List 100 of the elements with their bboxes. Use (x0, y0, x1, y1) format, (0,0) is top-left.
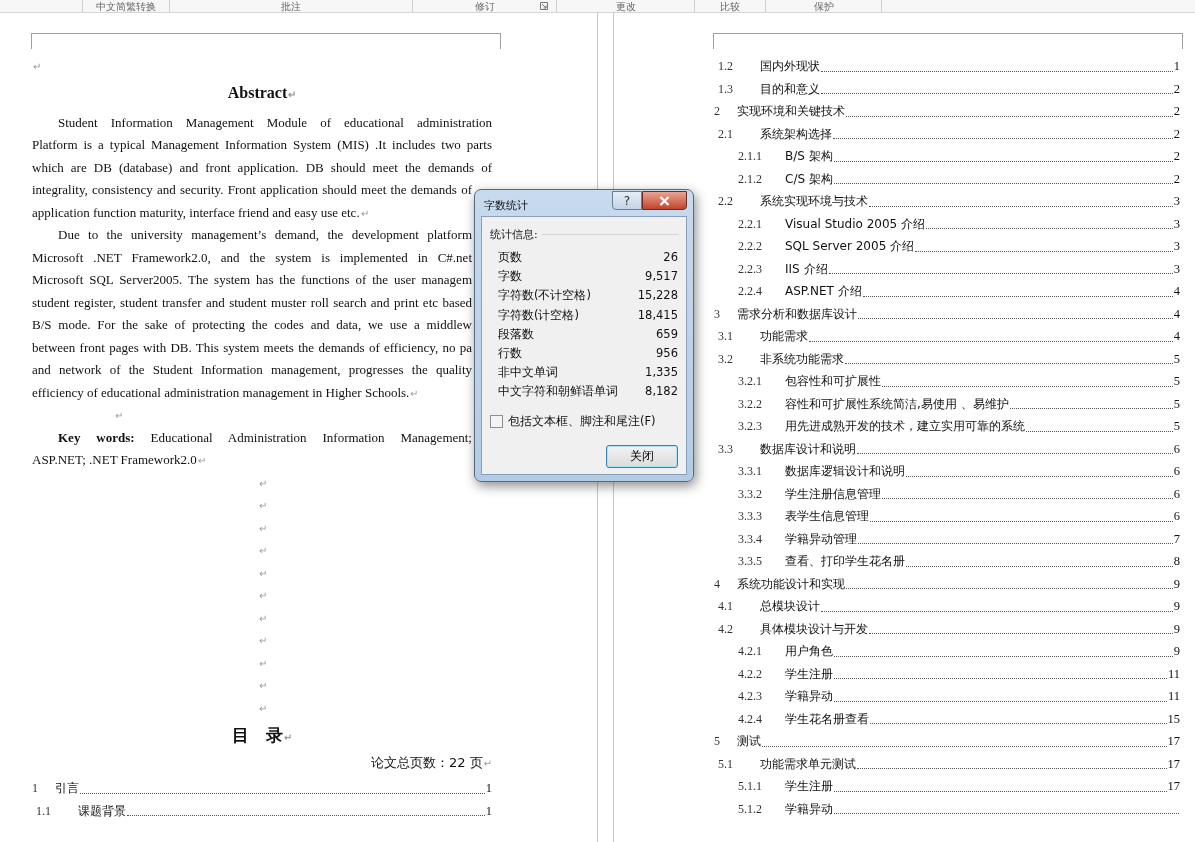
toc-page-number: 6 (1173, 508, 1180, 525)
paragraph-mark: ↵ (258, 522, 267, 534)
stat-value: 8,182 (645, 383, 678, 401)
help-button[interactable]: ? (612, 191, 642, 210)
toc-page-number: 2 (1173, 103, 1180, 120)
toc-page-number: 4 (1173, 283, 1180, 300)
toc-title[interactable]: 实现环境和关键技术 (737, 100, 845, 123)
paragraph-line: application function maturity, interface friend and easy use etc. (32, 204, 360, 220)
checkbox-label[interactable]: 包括文本框、脚注和尾注(F) (508, 413, 656, 429)
paragraph-mark: ↵ (288, 88, 297, 100)
paragraph-line: Due to the university management’s demand, the development platform (58, 226, 472, 244)
checkbox[interactable] (490, 414, 503, 428)
paragraph-mark: ↵ (258, 702, 267, 714)
toc-title[interactable]: 引言 (55, 777, 79, 800)
toc-title[interactable]: 学生花名册查看 (785, 707, 869, 730)
paragraph-mark: ↵ (258, 635, 267, 646)
toc-number: 2.2.3 (738, 260, 763, 278)
toc-title[interactable]: 功能需求 (760, 325, 808, 348)
toc-page-number: 9 (1173, 620, 1180, 638)
toc-title[interactable]: 数据库设计和说明 (760, 437, 856, 460)
ribbon-group-label: 比较 (720, 1, 740, 12)
toc-number: 1 (32, 780, 39, 797)
toc-page-number: 5 (1173, 350, 1180, 368)
toc-title[interactable]: 功能需求单元测试 (760, 752, 856, 775)
toc-number: 3.3.2 (738, 485, 763, 503)
toc-number: 5.1.1 (738, 778, 763, 795)
toc-title[interactable]: 数据库逻辑设计和说明 (785, 460, 905, 483)
toc-title[interactable]: 学籍异动 (785, 685, 833, 708)
stat-label: 中文字符和朝鲜语单词 (498, 383, 618, 401)
toc-title[interactable]: Visual Studio 2005 介绍 (785, 212, 926, 235)
ribbon-group-label: 保护 (813, 1, 834, 12)
toc-number: 3 (714, 305, 721, 323)
toc-number: 3.1 (718, 328, 734, 345)
toc-number: 3.2.1 (738, 373, 763, 390)
toc-page-number: 17 (1167, 755, 1180, 773)
toc-title[interactable]: 总模块设计 (760, 595, 820, 618)
paragraph-mark: ↵ (258, 567, 267, 579)
toc-title[interactable]: 容性和可扩展性系统简洁,易使用 、易维护 (785, 392, 1009, 415)
toc-page-number: 4 (1173, 305, 1180, 323)
toc-page-number: 1 (1173, 58, 1180, 75)
toc-title[interactable]: C/S 架构 (785, 167, 833, 190)
toc-title[interactable]: 学籍异动管理 (785, 527, 857, 550)
toc-title[interactable]: 系统架构选择 (760, 122, 832, 145)
paragraph-mark: ↵ (258, 612, 267, 624)
toc-title[interactable]: 课题背景 (78, 799, 126, 822)
toc-page-number: 4 (1173, 328, 1180, 345)
paragraph-line: Microsoft .NET Framework2.0, and the system is implemented in C#.net (32, 248, 472, 267)
toc-title[interactable]: 测试 (737, 730, 761, 753)
paragraph-line: Key words: Educational Administration Information Management; (58, 428, 472, 447)
toc-page-number: 7 (1173, 530, 1180, 548)
paragraph-line: between front pages with DB. This system meets the demands of efficiency, no pa (32, 338, 472, 357)
toc-title[interactable]: 用户角色 (785, 640, 833, 663)
paragraph-line: efficiency of educational administration management in Higher Schools. (32, 384, 410, 400)
toc-title[interactable]: 用先进成熟开发的技术，建立实用可靠的系统 (785, 415, 1025, 438)
toc-page-number: 17 (1167, 733, 1180, 750)
paragraph-line: ASP.NET; .NET Framework2.0 (32, 452, 197, 467)
toc-page-number: 11 (1167, 688, 1180, 705)
toc-title[interactable]: 学籍异动 (785, 797, 833, 820)
paragraph-line: integrality, consistency and security. Front application should meet the demands of (32, 181, 472, 199)
toc-heading: 目 录 (231, 725, 283, 745)
dialog-launcher-icon[interactable] (540, 2, 548, 10)
toc-title[interactable]: 系统功能设计和实现 (737, 572, 845, 595)
page-count-note: 论文总页数：22 页 (370, 755, 483, 770)
toc-number: 3.3.1 (738, 463, 763, 480)
paragraph-line: which are DB (database) and front application. DB should meet the demands of (32, 158, 492, 177)
toc-title[interactable]: 需求分析和数据库设计 (737, 302, 857, 325)
toc-page-number: 9 (1173, 598, 1180, 615)
toc-number: 4.2.4 (738, 710, 763, 728)
toc-title[interactable]: SQL Server 2005 介绍 (785, 235, 915, 258)
dialog-title: 字数统计 (484, 198, 529, 213)
toc-title[interactable]: 学生注册信息管理 (785, 482, 881, 505)
toc-title[interactable]: 包容性和可扩展性 (785, 370, 881, 393)
close-button[interactable] (642, 191, 687, 210)
toc-page-number: 5 (1173, 418, 1180, 435)
paragraph-mark: ↵ (483, 758, 492, 769)
toc-title[interactable]: 学生注册 (785, 662, 833, 685)
toc-page-number: 8 (1173, 553, 1180, 570)
paragraph-line: student register, student transfer and student muster roll search and print etc based (32, 293, 472, 312)
toc-page-number: 6 (1173, 463, 1180, 480)
toc-title[interactable]: B/S 架构 (785, 145, 833, 168)
stat-label: 非中文单词 (498, 364, 558, 382)
toc-title[interactable]: 系统实现环境与技术 (760, 190, 868, 213)
toc-title[interactable]: 非系统功能需求 (760, 347, 844, 370)
toc-title[interactable]: ASP.NET 介绍 (785, 280, 862, 303)
toc-page-number: 2 (1173, 148, 1180, 165)
toc-title[interactable]: 查看、打印学生花名册 (785, 550, 905, 573)
toc-number: 2.1.2 (738, 170, 763, 188)
close-dialog-button[interactable]: 关闭 (606, 444, 678, 468)
toc-page-number: 9 (1173, 643, 1180, 660)
toc-title[interactable]: 学生注册 (785, 775, 833, 798)
toc-page-number: 6 (1173, 485, 1180, 503)
group-label: 统计信息: (490, 227, 538, 242)
toc-title[interactable]: 具体模块设计与开发 (760, 617, 868, 640)
toc-title[interactable]: 目的和意义 (760, 77, 820, 100)
toc-page-number: 11 (1167, 665, 1180, 683)
toc-title[interactable]: 表学生信息管理 (785, 505, 869, 528)
toc-number: 3.3.4 (738, 530, 763, 548)
toc-title[interactable]: IIS 介绍 (785, 257, 828, 280)
toc-number: 2.2.1 (738, 215, 763, 233)
toc-title[interactable]: 国内外现状 (760, 55, 820, 78)
